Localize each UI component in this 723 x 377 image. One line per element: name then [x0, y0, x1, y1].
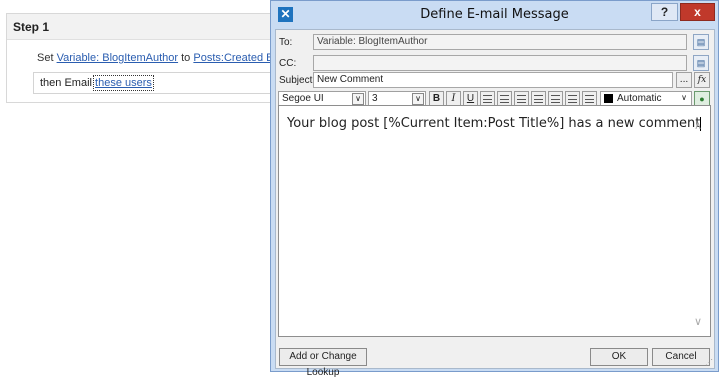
chevron-down-icon: ∨ — [352, 93, 364, 105]
cc-field[interactable] — [313, 55, 687, 71]
subject-label: Subject: — [279, 75, 316, 86]
chevron-down-icon: ∨ — [681, 93, 687, 102]
font-color-value: Automatic — [617, 93, 662, 104]
color-swatch — [604, 93, 613, 103]
action-set-variable: Set Variable: BlogItemAuthor to Posts:Cr… — [37, 52, 279, 64]
add-or-change-lookup-button[interactable]: Add or Change Lookup — [279, 348, 367, 377]
scroll-down-icon[interactable]: ∨ — [692, 316, 704, 328]
message-body-text: Your blog post [%Current Item:Post Title… — [287, 116, 702, 131]
resize-grip-icon[interactable]: ⋰ — [705, 359, 713, 367]
font-name-value: Segoe UI — [282, 93, 324, 104]
action-email: then Email these users — [33, 72, 307, 94]
define-email-dialog: ✕ Define E-mail Message ? x To: Variable… — [270, 0, 719, 377]
font-size-value: 3 — [372, 93, 378, 104]
address-book-icon[interactable]: ▤ — [693, 55, 709, 71]
step-header: Step 1 — [7, 14, 305, 40]
cancel-button[interactable]: Cancel — [652, 348, 710, 366]
set-text: Set — [37, 52, 54, 64]
posts-created-by-link[interactable]: Posts:Created By — [193, 52, 279, 64]
formula-icon[interactable]: fx — [694, 72, 710, 88]
step-title: Step 1 — [13, 20, 50, 34]
dialog-titlebar[interactable]: ✕ Define E-mail Message ? x — [271, 1, 718, 27]
ok-button[interactable]: OK — [590, 348, 648, 366]
address-book-icon[interactable]: ▤ — [693, 34, 709, 50]
chevron-down-icon: ∨ — [412, 93, 424, 105]
to-text: to — [181, 52, 191, 64]
to-label: To: — [279, 37, 293, 48]
subject-field[interactable]: New Comment — [313, 72, 673, 88]
then-email-text: then Email — [40, 77, 92, 89]
close-button[interactable]: x — [680, 3, 715, 21]
subject-lookup-button[interactable]: ... — [676, 72, 692, 88]
variable-link[interactable]: Variable: BlogItemAuthor — [57, 52, 178, 64]
message-body-editor[interactable]: Your blog post [%Current Item:Post Title… — [278, 105, 711, 337]
dialog-client: To: Variable: BlogItemAuthor ▤ CC: ▤ Sub… — [275, 29, 715, 377]
to-field[interactable]: Variable: BlogItemAuthor — [313, 34, 687, 50]
message-body-content: Your blog post [%Current Item:Post Title… — [287, 116, 701, 131]
these-users-link[interactable]: these users — [93, 75, 154, 91]
help-button[interactable]: ? — [651, 3, 678, 21]
cc-label: CC: — [279, 58, 297, 69]
scroll-up-icon[interactable]: ∧ — [692, 120, 704, 132]
workflow-step-panel: Step 1 Set Variable: BlogItemAuthor to P… — [6, 13, 307, 103]
